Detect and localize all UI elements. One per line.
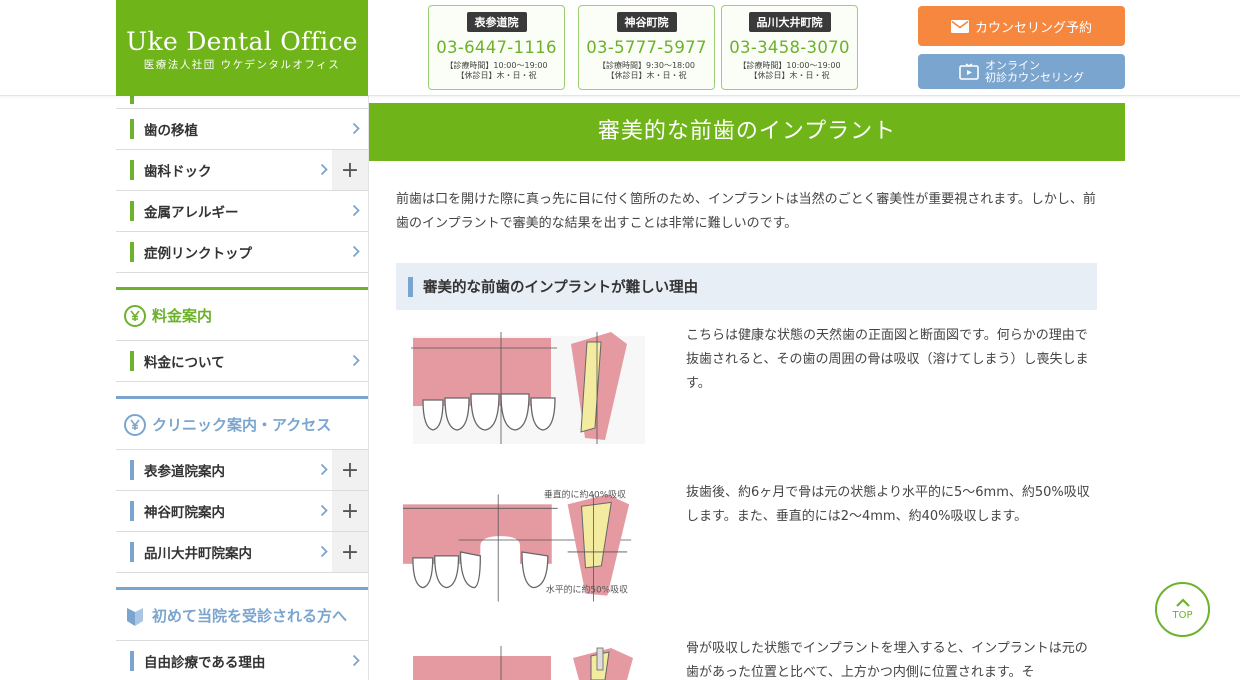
section-fee-guide: 料金案内	[116, 287, 368, 341]
mail-icon	[950, 19, 969, 33]
sidebar-item-fees[interactable]: 料金について	[116, 341, 368, 382]
clinic-omotesando-phone[interactable]: 表参道院 03-6447-1116 【診療時間】10:00〜19:00 【休診日…	[428, 5, 565, 90]
expand-plus-button[interactable]: +	[332, 450, 368, 490]
clinic-phone-number[interactable]: 03-3458-3070	[722, 38, 857, 57]
logo-subtitle: 医療法人社団 ウケデンタルオフィス	[143, 59, 341, 71]
yen-icon	[124, 305, 146, 327]
sidebar-nav: 歯の移植 歯科ドック + 金属アレルギー 症例リンクトップ 料金案内 料金につい…	[116, 96, 369, 680]
site-header: Uke Dental Office 医療法人社団 ウケデンタルオフィス 表参道院…	[0, 0, 1240, 96]
sidebar-item-label: 症例リンクトップ	[144, 246, 252, 262]
chevron-right-icon	[352, 654, 360, 667]
sidebar-item-label: 品川大井町院案内	[144, 546, 252, 562]
online-counseling-button[interactable]: オンライン 初診カウンセリング	[918, 54, 1125, 89]
clinic-name: 神谷町院	[616, 12, 677, 32]
horizontal-resorption-label: 水平的に約50%吸収	[546, 584, 628, 596]
clinic-phone-number[interactable]: 03-6447-1116	[429, 38, 564, 57]
bone-resorption-diagram: 垂直的に約40%吸収 水平的に約50%吸収	[402, 488, 632, 602]
main-content: 審美的な前歯のインプラント 前歯は口を開けた際に真っ先に目に付く箇所のため、イン…	[369, 96, 1125, 680]
video-screen-icon	[959, 63, 979, 80]
sidebar-item-label: 金属アレルギー	[144, 205, 239, 221]
figure-3-text: 骨が吸収した状態でインプラントを埋入すると、インプラントは元の歯があった位置と比…	[686, 641, 1088, 680]
sidebar-item-label: 料金について	[144, 355, 225, 371]
beginner-mark-icon	[127, 608, 143, 626]
chevron-right-icon	[320, 463, 328, 476]
sidebar-item-metal-allergy[interactable]: 金属アレルギー	[116, 191, 368, 232]
counseling-button-label: カウンセリング予約	[974, 20, 1092, 36]
sidebar-item-case-links[interactable]: 症例リンクトップ	[116, 232, 368, 273]
chevron-right-icon	[352, 354, 360, 367]
clinic-name: 表参道院	[466, 12, 527, 32]
sidebar-item-kamiyacho[interactable]: 神谷町院案内 +	[116, 491, 368, 532]
sub-heading-text: 審美的な前歯のインプラントが難しい理由	[423, 280, 699, 296]
counseling-reservation-button[interactable]: カウンセリング予約	[918, 6, 1125, 46]
sidebar-item-label: 自由診療である理由	[144, 655, 266, 671]
sidebar-item-label: 表参道院案内	[144, 464, 225, 480]
clinic-closed-days: 【休診日】木・日・祝	[606, 71, 687, 80]
section-title: 料金案内	[152, 306, 213, 325]
chevron-right-icon	[352, 204, 360, 217]
site-logo[interactable]: Uke Dental Office 医療法人社団 ウケデンタルオフィス	[116, 0, 368, 96]
chevron-right-icon	[320, 504, 328, 517]
logo-title: Uke Dental Office	[126, 27, 358, 56]
sidebar-item-dental-dock[interactable]: 歯科ドック +	[116, 150, 368, 191]
clinic-hours: 【診療時間】10:00〜19:00	[738, 61, 841, 70]
section-first-visit: 初めて当院を受診される方へ	[116, 587, 368, 641]
sidebar-item-label: 歯の移植	[144, 123, 198, 139]
clinic-closed-days: 【休診日】木・日・祝	[749, 71, 830, 80]
sidebar-item-label: 神谷町院案内	[144, 505, 225, 521]
vertical-resorption-label: 垂直的に約40%吸収	[544, 488, 626, 500]
scroll-to-top-button[interactable]: TOP	[1155, 582, 1210, 637]
yen-icon	[124, 414, 146, 436]
expand-plus-button[interactable]: +	[332, 532, 368, 572]
clinic-kamiyacho-phone[interactable]: 神谷町院 03-5777-5977 【診療時間】9:30〜18:00 【休診日】…	[578, 5, 715, 90]
sidebar-item-free-treatment[interactable]: 自由診療である理由	[116, 641, 368, 680]
figure-1-text: こちらは健康な状態の天然歯の正面図と断面図です。何らかの理由で抜歯されると、その…	[686, 328, 1089, 391]
chevron-right-icon	[320, 163, 328, 176]
healthy-teeth-diagram	[411, 332, 645, 444]
top-button-label: TOP	[1172, 610, 1193, 621]
clinic-oimachi-phone[interactable]: 品川大井町院 03-3458-3070 【診療時間】10:00〜19:00 【休…	[721, 5, 858, 90]
sidebar-item-partial[interactable]	[116, 96, 368, 109]
sidebar-item-tooth-transplant[interactable]: 歯の移植	[116, 109, 368, 150]
chevron-right-icon	[320, 545, 328, 558]
figure-2-text: 抜歯後、約6ヶ月で骨は元の状態より水平的に5〜6mm、約50%吸収します。また、…	[686, 485, 1090, 524]
clinic-hours: 【診療時間】9:30〜18:00	[597, 61, 696, 70]
online-button-label: オンライン 初診カウンセリング	[985, 58, 1084, 84]
clinic-name: 品川大井町院	[748, 12, 831, 32]
sidebar-item-label: 歯科ドック	[144, 164, 212, 180]
sidebar-item-omotesando[interactable]: 表参道院案内 +	[116, 450, 368, 491]
intro-paragraph: 前歯は口を開けた際に真っ先に目に付く箇所のため、インプラントは当然のごとく審美性…	[396, 192, 1096, 231]
chevron-right-icon	[352, 122, 360, 135]
implant-position-diagram	[413, 646, 633, 680]
clinic-phone-number[interactable]: 03-5777-5977	[579, 38, 714, 57]
section-clinic-access: クリニック案内・アクセス	[116, 396, 368, 450]
page-title: 審美的な前歯のインプラント	[369, 103, 1125, 161]
sub-heading: 審美的な前歯のインプラントが難しい理由	[396, 263, 1097, 310]
expand-plus-button[interactable]: +	[332, 491, 368, 531]
clinic-hours: 【診療時間】10:00〜19:00	[445, 61, 548, 70]
section-title: クリニック案内・アクセス	[152, 415, 332, 434]
chevron-right-icon	[352, 245, 360, 258]
section-title: 初めて当院を受診される方へ	[152, 606, 348, 625]
chevron-up-icon	[1175, 598, 1190, 607]
sidebar-item-oimachi[interactable]: 品川大井町院案内 +	[116, 532, 368, 573]
clinic-closed-days: 【休診日】木・日・祝	[456, 71, 537, 80]
expand-plus-button[interactable]: +	[332, 150, 368, 190]
